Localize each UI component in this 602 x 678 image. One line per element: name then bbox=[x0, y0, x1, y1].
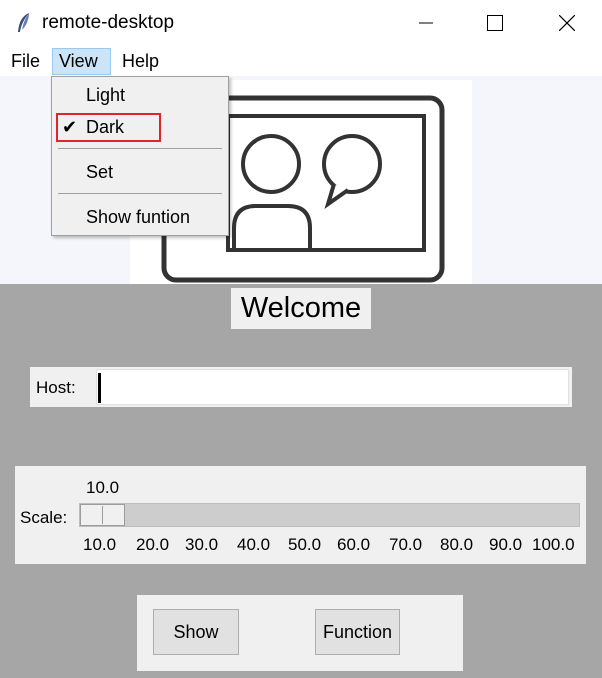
scale-value: 10.0 bbox=[86, 478, 120, 497]
scale-tick: 100.0 bbox=[532, 535, 575, 554]
welcome-label: Welcome bbox=[231, 288, 371, 329]
scale-tick-labels: 10.0 20.0 30.0 40.0 50.0 60.0 70.0 80.0 … bbox=[83, 535, 583, 557]
show-button[interactable]: Show bbox=[153, 609, 239, 655]
menu-view[interactable]: View bbox=[52, 48, 111, 75]
menu-item-set[interactable]: Set bbox=[86, 162, 113, 183]
menu-item-show-funtion[interactable]: Show funtion bbox=[86, 207, 190, 228]
scale-tick: 40.0 bbox=[237, 535, 271, 554]
menu-item-light[interactable]: Light bbox=[86, 85, 125, 106]
scale-tick: 20.0 bbox=[136, 535, 170, 554]
scale-tick: 10.0 bbox=[83, 535, 117, 554]
scale-tick: 80.0 bbox=[440, 535, 474, 554]
menu-help[interactable]: Help bbox=[116, 48, 165, 75]
minimize-icon[interactable] bbox=[403, 0, 449, 46]
scale-tick: 60.0 bbox=[337, 535, 371, 554]
text-cursor bbox=[98, 373, 101, 403]
menu-file[interactable]: File bbox=[5, 48, 46, 75]
host-label: Host: bbox=[36, 378, 76, 397]
dark-item-highlight-box bbox=[56, 113, 161, 142]
scale-tick: 30.0 bbox=[185, 535, 219, 554]
host-input[interactable] bbox=[96, 369, 569, 405]
scale-tick: 70.0 bbox=[389, 535, 423, 554]
feather-icon bbox=[14, 12, 34, 34]
function-button[interactable]: Function bbox=[315, 609, 400, 655]
window-title: remote-desktop bbox=[42, 12, 175, 33]
scale-slider[interactable] bbox=[79, 503, 580, 527]
menu-separator bbox=[58, 148, 222, 149]
close-icon[interactable] bbox=[544, 0, 590, 46]
menu-separator bbox=[58, 193, 222, 194]
slider-handle-groove bbox=[102, 506, 103, 524]
scale-tick: 90.0 bbox=[489, 535, 523, 554]
maximize-icon[interactable] bbox=[472, 0, 518, 46]
scale-label: Scale: bbox=[20, 508, 68, 527]
scale-tick: 50.0 bbox=[288, 535, 322, 554]
